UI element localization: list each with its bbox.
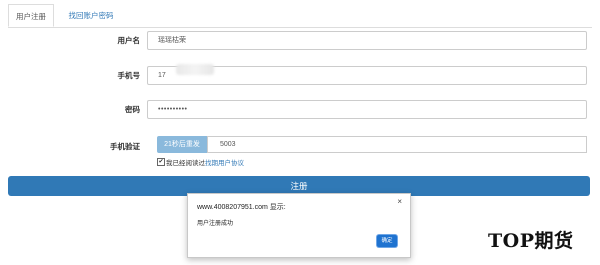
user-agreement-link[interactable]: 找期用户协议 [205, 160, 244, 167]
dialog-ok-button[interactable]: 确定 [377, 235, 397, 247]
alert-dialog: www.4008207951.com 显示: × 用户注册成功 确定 [187, 193, 411, 258]
phone-label: 手机号 [117, 71, 141, 80]
sms-code-input[interactable]: 5003 [207, 136, 587, 153]
agree-checkbox[interactable]: ✔ [157, 158, 165, 167]
phone-redaction [176, 64, 214, 75]
tab-bar: 用户注册 找回账户密码 [8, 4, 592, 28]
tab-recover-password[interactable]: 找回账户密码 [58, 4, 124, 27]
watermark-logo: TOP期货 [488, 230, 574, 252]
sms-verify-label: 手机验证 [110, 142, 140, 151]
agree-text: 我已经阅读过 [166, 160, 205, 167]
password-input[interactable]: •••••••••• [147, 100, 587, 119]
dialog-message: 用户注册成功 [197, 221, 234, 227]
username-input[interactable]: 瑶瑶枯荣 [147, 31, 587, 50]
username-label: 用户名 [117, 36, 141, 45]
password-label: 密码 [125, 105, 140, 114]
resend-code-button[interactable]: 21秒后重发 [157, 136, 207, 153]
dialog-title: www.4008207951.com 显示: [197, 204, 286, 211]
agreement-row: ✔ 我已经阅读过找期用户协议 [157, 158, 244, 169]
tab-register[interactable]: 用户注册 [8, 4, 54, 27]
close-icon[interactable]: × [397, 197, 402, 206]
